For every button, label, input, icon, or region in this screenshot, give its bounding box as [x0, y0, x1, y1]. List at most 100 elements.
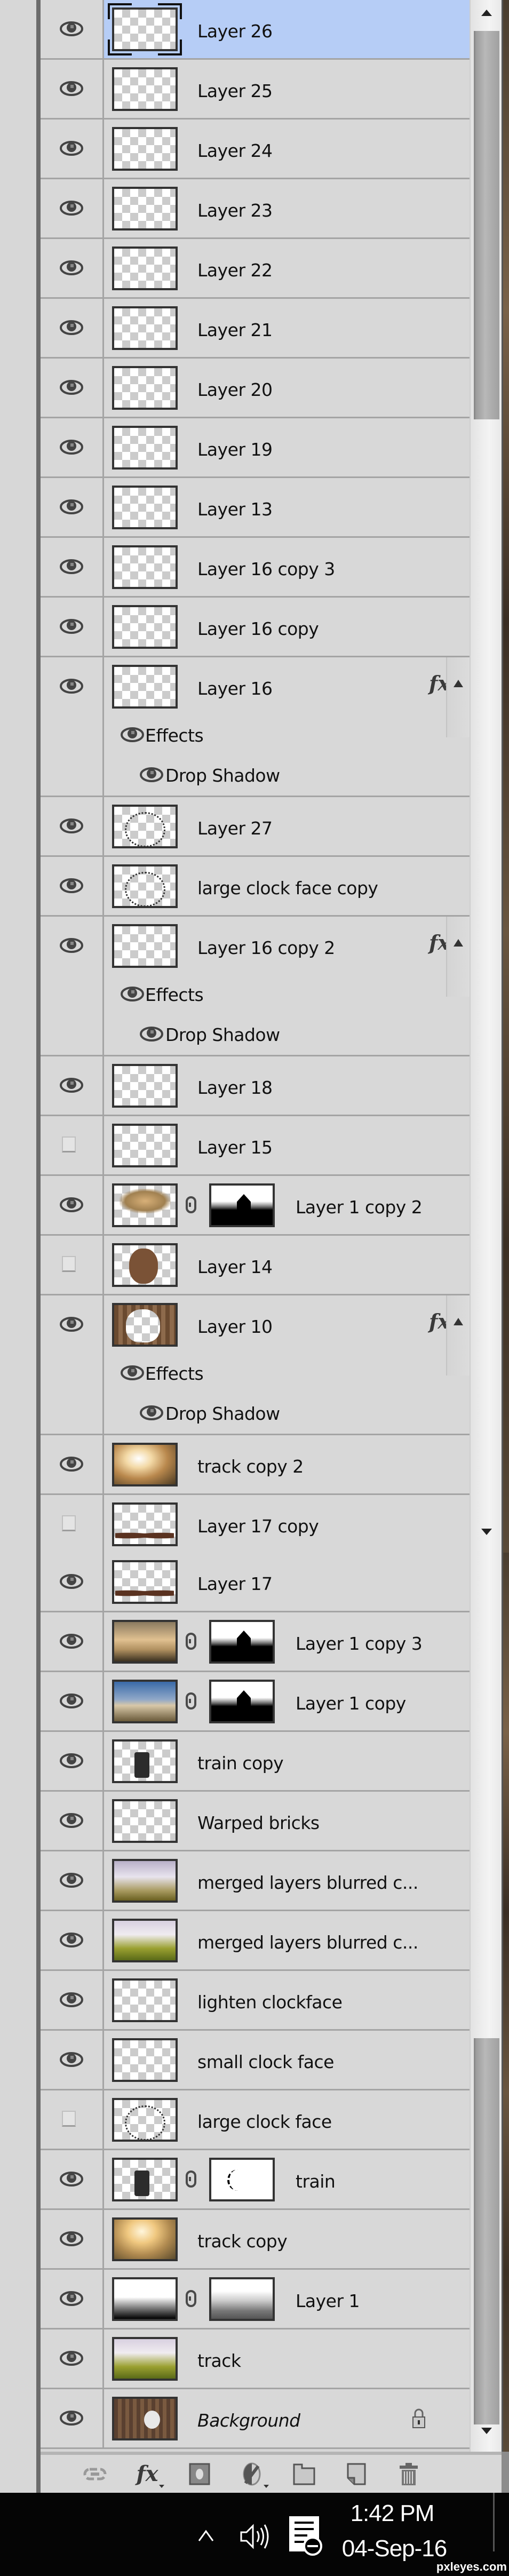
layer-main-row[interactable]: small clock face — [41, 2031, 470, 2089]
scrollbar-thumb[interactable] — [474, 31, 499, 419]
layer-name[interactable]: track copy — [197, 2210, 288, 2268]
layer-thumbnail[interactable] — [112, 1859, 178, 1903]
layer-row[interactable]: Layer 13 — [41, 478, 470, 538]
layer-main-row[interactable]: Layer 21 — [41, 299, 470, 357]
layer-mask-thumbnail[interactable] — [209, 1183, 275, 1227]
layer-name[interactable]: Layer 16 copy 3 — [197, 538, 335, 596]
layer-thumbnail[interactable] — [112, 1978, 178, 2022]
scroll-down-arrow-icon[interactable] — [481, 1529, 492, 1535]
layer-thumbnail[interactable] — [112, 486, 178, 529]
layer-name[interactable]: large clock face copy — [197, 857, 378, 915]
layer-main-row[interactable]: Layer 1 — [41, 2270, 470, 2328]
layer-main-row[interactable]: train copy — [41, 1732, 470, 1790]
layer-thumbnail[interactable] — [112, 864, 178, 908]
layer-main-row[interactable]: Layer 27 — [41, 797, 470, 855]
layer-name[interactable]: Layer 24 — [197, 120, 273, 178]
eye-icon[interactable] — [60, 2290, 83, 2307]
layer-thumbnail[interactable] — [112, 67, 178, 111]
layer-thumbnail[interactable] — [112, 1124, 178, 1167]
layers-scrollbar[interactable] — [470, 0, 502, 1553]
layer-main-row[interactable]: Layer 10 fx — [41, 1295, 470, 1376]
eye-icon[interactable] — [60, 558, 83, 575]
layer-row[interactable]: track copy — [41, 2210, 470, 2270]
layer-row[interactable]: Layer 16 copy 3 — [41, 538, 470, 598]
layer-main-row[interactable]: Layer 15 — [41, 1116, 470, 1174]
layer-row[interactable]: Layer 1 — [41, 2270, 470, 2329]
eye-icon[interactable] — [60, 2051, 83, 2068]
layers-scrollbar[interactable] — [470, 1553, 502, 2452]
eye-icon[interactable] — [121, 1364, 144, 1381]
notifications-icon[interactable] — [288, 2515, 323, 2558]
eye-icon[interactable] — [60, 1196, 83, 1213]
layer-row[interactable]: Layer 26 — [41, 0, 470, 60]
layer-row[interactable]: train — [41, 2150, 470, 2210]
layer-main-row[interactable]: Layer 16 copy — [41, 598, 470, 656]
eye-icon[interactable] — [60, 678, 83, 695]
layer-name[interactable]: train copy — [197, 1732, 284, 1790]
eye-icon[interactable] — [60, 20, 83, 37]
layer-row[interactable]: Layer 25 — [41, 60, 470, 120]
layer-name[interactable]: Layer 14 — [197, 1236, 273, 1294]
visibility-toggle-off[interactable] — [62, 1136, 76, 1152]
eye-icon[interactable] — [60, 1812, 83, 1829]
layer-thumbnail[interactable] — [112, 924, 178, 968]
layer-row[interactable]: Layer 22 — [41, 239, 470, 299]
new-group-button[interactable] — [292, 2460, 316, 2488]
eye-icon[interactable] — [140, 1404, 163, 1421]
layer-main-row[interactable]: Layer 16 fx — [41, 657, 470, 737]
layer-row[interactable]: Layer 16 fx Effects Drop Shadow — [41, 657, 470, 797]
layer-name[interactable]: Layer 1 copy — [296, 1672, 406, 1730]
layer-row[interactable]: Background — [41, 2389, 470, 2449]
layer-row[interactable]: Layer 21 — [41, 299, 470, 359]
layer-row[interactable]: merged layers blurred c... — [41, 1911, 470, 1971]
layer-thumbnail[interactable] — [112, 1919, 178, 1962]
visibility-toggle-off[interactable] — [62, 1515, 76, 1531]
layer-row[interactable]: train copy — [41, 1732, 470, 1792]
chain-link-icon[interactable] — [186, 2170, 196, 2188]
eye-icon[interactable] — [60, 1752, 83, 1769]
layer-thumbnail[interactable] — [112, 1739, 178, 1783]
effects-row[interactable]: Effects — [41, 1354, 470, 1394]
layer-name[interactable]: Layer 17 copy — [197, 1495, 319, 1553]
eye-icon[interactable] — [60, 2410, 83, 2427]
link-layers-button[interactable] — [83, 2460, 107, 2488]
layer-main-row[interactable]: track copy 2 — [41, 1435, 470, 1493]
layer-main-row[interactable]: merged layers blurred c... — [41, 1911, 470, 1969]
layer-thumbnail[interactable] — [112, 2337, 178, 2381]
layer-name[interactable]: Layer 10 — [197, 1295, 273, 1354]
layer-thumbnail[interactable] — [112, 1680, 178, 1723]
eye-icon[interactable] — [60, 937, 83, 954]
layer-name[interactable]: merged layers blurred c... — [197, 1911, 418, 1969]
layer-name[interactable]: lighten clockface — [197, 1971, 343, 2029]
layer-name[interactable]: Layer 18 — [197, 1056, 273, 1115]
layer-main-row[interactable]: Layer 16 copy 3 — [41, 538, 470, 596]
layer-name[interactable]: train — [296, 2150, 336, 2208]
layer-name[interactable]: Background — [197, 2389, 300, 2447]
adjustment-layer-button[interactable] — [240, 2460, 269, 2488]
effect-item-row[interactable]: Drop Shadow — [41, 1394, 470, 1434]
chain-link-icon[interactable] — [186, 1692, 196, 1710]
layer-thumbnail[interactable] — [112, 1443, 178, 1486]
lock-icon[interactable] — [412, 2408, 426, 2429]
layer-name[interactable]: track copy 2 — [197, 1435, 304, 1493]
delete-layer-button[interactable] — [397, 2460, 420, 2488]
layer-row[interactable]: track — [41, 2329, 470, 2389]
eye-icon[interactable] — [60, 80, 83, 97]
eye-icon[interactable] — [121, 726, 144, 743]
eye-icon[interactable] — [60, 1633, 83, 1650]
layer-thumbnail[interactable] — [112, 187, 178, 230]
show-hidden-icons-chevron-icon[interactable] — [197, 2526, 214, 2547]
add-layer-style-button[interactable]: fx — [136, 2460, 164, 2488]
layer-thumbnail[interactable] — [112, 426, 178, 470]
eye-icon[interactable] — [60, 140, 83, 157]
effects-row[interactable]: Effects — [41, 715, 470, 756]
eye-icon[interactable] — [60, 817, 83, 834]
layer-row[interactable]: Layer 23 — [41, 179, 470, 239]
effect-item-row[interactable]: Drop Shadow — [41, 1015, 470, 1055]
layer-main-row[interactable]: track copy — [41, 2210, 470, 2268]
layer-thumbnail[interactable] — [112, 1064, 178, 1108]
layer-main-row[interactable]: Layer 24 — [41, 120, 470, 178]
layer-name[interactable]: small clock face — [197, 2031, 334, 2089]
eye-icon[interactable] — [60, 319, 83, 336]
layer-name[interactable]: Layer 15 — [197, 1116, 273, 1174]
